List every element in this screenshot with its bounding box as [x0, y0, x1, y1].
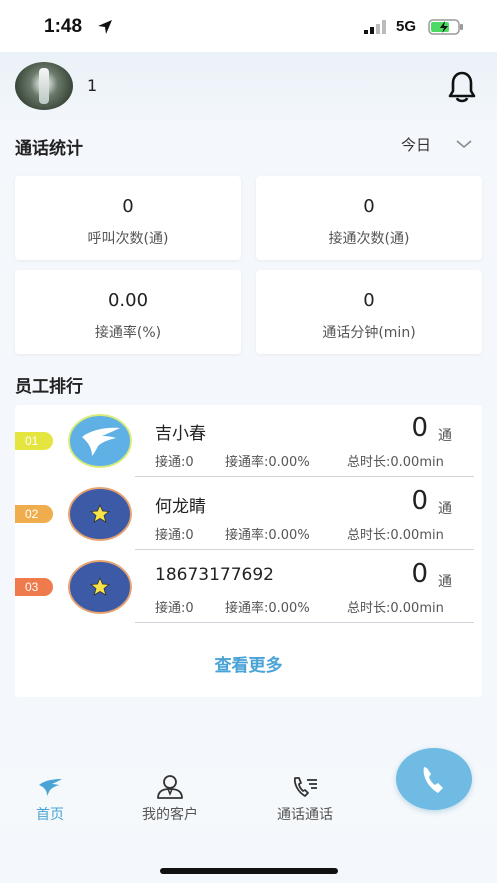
network-label: 5G — [396, 18, 417, 35]
connected-count: 接通:0 — [155, 528, 194, 543]
ranking-title: 员工排行 — [15, 377, 83, 397]
chevron-down-icon[interactable] — [455, 138, 473, 150]
total-duration: 总时长:0.00min — [347, 528, 444, 543]
employee-avatar-star-icon — [68, 560, 132, 614]
location-arrow-icon — [98, 20, 112, 34]
call-unit: 通 — [438, 501, 452, 517]
bell-icon[interactable] — [442, 68, 482, 104]
employee-name: 何龙睛 — [155, 497, 206, 517]
call-button[interactable] — [396, 748, 472, 810]
user-name: 1 — [87, 76, 98, 95]
stat-card-minutes: 0 通话分钟(min) — [256, 270, 482, 354]
connect-rate: 接通率:0.00% — [225, 528, 310, 543]
call-unit: 通 — [438, 574, 452, 590]
user-header: 1 — [0, 52, 497, 122]
status-bar: 1:48 5G — [0, 0, 497, 52]
phone-icon — [423, 767, 443, 793]
tab-calls[interactable]: 通话通话 — [265, 770, 345, 826]
rank-badge: 03 — [15, 578, 53, 596]
employee-avatar-bird-icon — [68, 414, 132, 468]
call-stats-title: 通话统计 — [15, 139, 83, 159]
customer-icon — [157, 775, 183, 799]
connect-rate: 接通率:0.00% — [225, 601, 310, 616]
tab-label: 首页 — [36, 807, 64, 823]
total-duration: 总时长:0.00min — [347, 601, 444, 616]
row-divider — [135, 476, 474, 477]
connected-count: 接通:0 — [155, 455, 194, 470]
stat-card-calls: 0 呼叫次数(通) — [15, 176, 241, 260]
user-avatar[interactable] — [15, 62, 73, 110]
ranking-row[interactable]: 01 吉小春 0 通 接通:0 接通率:0.00% 总时长:0.00min — [15, 405, 482, 477]
call-count: 0 — [411, 413, 428, 443]
ranking-card: 01 吉小春 0 通 接通:0 接通率:0.00% 总时长:0.00min 02… — [15, 405, 482, 697]
call-list-icon — [293, 777, 317, 797]
call-count: 0 — [411, 486, 428, 516]
rank-badge: 01 — [15, 432, 53, 450]
battery-charging-icon — [428, 19, 463, 35]
period-select[interactable]: 今日 — [401, 134, 431, 155]
stat-value: 0 — [363, 290, 375, 311]
employee-name: 吉小春 — [155, 424, 206, 444]
stat-label: 接通率(%) — [94, 325, 162, 341]
view-more-link[interactable]: 查看更多 — [15, 651, 482, 676]
rank-badge: 02 — [15, 505, 53, 523]
home-indicator — [160, 868, 338, 874]
row-divider — [135, 549, 474, 550]
signal-icon — [364, 20, 386, 34]
tab-home[interactable]: 首页 — [20, 770, 80, 826]
status-time: 1:48 — [44, 16, 83, 37]
employee-name: 18673177692 — [155, 565, 274, 585]
ranking-row[interactable]: 02 何龙睛 0 通 接通:0 接通率:0.00% 总时长:0.00min — [15, 478, 482, 550]
call-count: 0 — [411, 559, 428, 589]
stat-value: 0 — [363, 196, 375, 217]
stat-value: 0.00 — [107, 290, 149, 311]
ranking-row[interactable]: 03 18673177692 0 通 接通:0 接通率:0.00% 总时长:0.… — [15, 551, 482, 623]
employee-avatar-star-icon — [68, 487, 132, 541]
call-unit: 通 — [438, 428, 452, 444]
stat-value: 0 — [122, 196, 134, 217]
home-bird-icon — [39, 779, 62, 796]
stat-card-rate: 0.00 接通率(%) — [15, 270, 241, 354]
connected-count: 接通:0 — [155, 601, 194, 616]
stat-label: 通话分钟(min) — [322, 325, 416, 341]
stat-label: 呼叫次数(通) — [87, 231, 169, 247]
tab-customers[interactable]: 我的客户 — [130, 770, 210, 826]
tab-label: 我的客户 — [142, 807, 198, 823]
row-divider — [135, 622, 474, 623]
total-duration: 总时长:0.00min — [347, 455, 444, 470]
stat-card-connected: 0 接通次数(通) — [256, 176, 482, 260]
tab-label: 通话通话 — [277, 807, 333, 823]
stat-label: 接通次数(通) — [328, 231, 410, 247]
connect-rate: 接通率:0.00% — [225, 455, 310, 470]
